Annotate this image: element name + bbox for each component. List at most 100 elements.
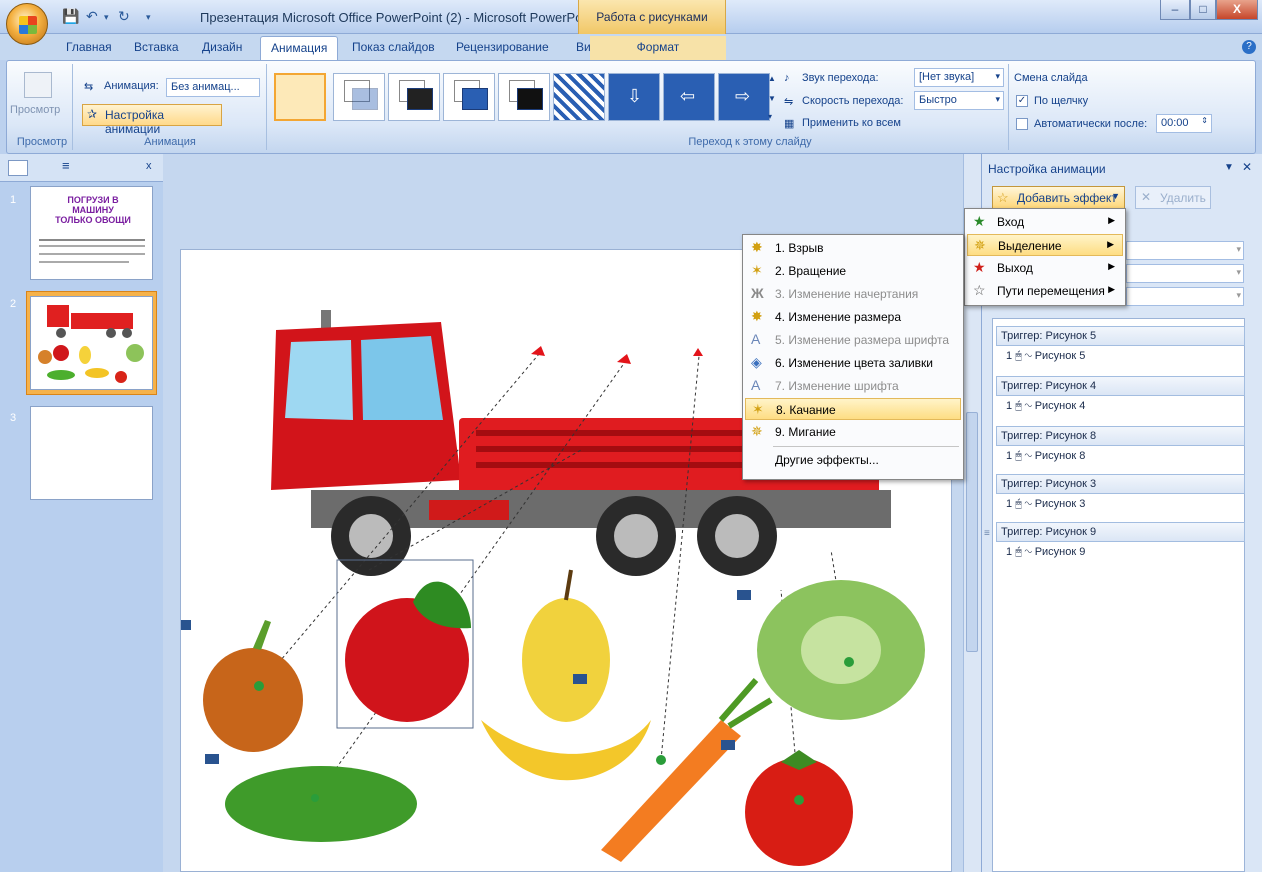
custom-animation-button[interactable]: ✰ Настройка анимации [82,104,222,136]
chevron-down-icon: ▾ [1236,290,1241,300]
tab-insert[interactable]: Вставка [124,38,189,56]
save-icon[interactable]: 💾 [62,8,79,25]
dropdown-icon[interactable]: ▾ [104,12,109,23]
scrollbar-thumb[interactable] [966,412,978,652]
trigger-header[interactable]: Триггер: Рисунок 9 [996,522,1245,542]
auto-after-checkbox[interactable] [1016,118,1028,130]
close-pane-icon[interactable]: x [146,160,152,172]
transition-wipe-down[interactable]: ⇩ [608,73,660,121]
animation-combo[interactable]: Без анимац... [166,78,260,97]
tomato-image[interactable] [745,758,853,866]
tab-design[interactable]: Дизайн [192,38,252,56]
chevron-down-icon: ▾ [995,71,1000,81]
on-click-checkbox[interactable]: ✓ [1016,95,1028,107]
restore-button[interactable]: □ [1190,0,1216,20]
transition-none[interactable] [274,73,326,121]
slide-thumb-1[interactable]: ПОГРУЗИ В МАШИНУ ТОЛЬКО ОВОЩИ [30,186,153,280]
menu-exit[interactable]: ★ Выход ▶ [967,257,1123,279]
apply-all-button[interactable]: Применить ко всем [802,117,901,129]
redo-icon[interactable]: ↻ [118,8,130,25]
tab-animation[interactable]: Анимация [260,36,339,62]
more-effects-item[interactable]: Другие эффекты... [745,449,961,471]
gallery-more-icon[interactable]: ▾ [768,112,772,121]
delete-label: Удалить [1160,191,1206,205]
slide-thumb-2[interactable] [30,296,153,390]
effect-item[interactable]: ✸ 4. Изменение размера [745,306,961,328]
trigger-header[interactable]: Триггер: Рисунок 5 [996,326,1245,346]
effect-icon: ✵ [751,423,763,439]
animation-item[interactable]: 1 🖱 ∿ Рисунок 5 [1006,350,1085,363]
carrot-image[interactable] [601,720,741,862]
effect-label: 4. Изменение размера [775,310,902,324]
gallery-up-icon[interactable]: ▲ [768,74,776,83]
transition-cut[interactable] [443,73,495,121]
speed-combo[interactable]: Быстро ▾ [914,91,1004,110]
transition-dissolve[interactable] [553,73,605,121]
effect-item[interactable]: ✶ 8. Качание [745,398,961,420]
effect-item: Ж 3. Изменение начертания [745,283,961,305]
close-button[interactable]: X [1216,0,1258,20]
onion-image[interactable] [203,648,303,752]
chevron-down-icon: ▼ [1111,191,1120,201]
effect-label: 8. Качание [776,403,836,417]
banana-image[interactable] [481,720,651,781]
effect-item[interactable]: ✸ 1. Взрыв [745,237,961,259]
close-pane-icon[interactable]: ✕ [1242,160,1252,174]
effect-item[interactable]: ✵ 9. Мигание [745,421,961,443]
tab-review[interactable]: Рецензирование [446,38,559,56]
exit-icon: ★ [973,259,986,275]
animation-item[interactable]: 1 🖱 ∿ Рисунок 9 [1006,546,1085,559]
custom-animation-icon: ✰ [87,107,98,121]
trigger-header[interactable]: Триггер: Рисунок 4 [996,376,1245,396]
tab-format[interactable]: Формат [590,36,726,60]
splitter-icon[interactable]: ≡ [984,528,990,539]
menu-emphasis[interactable]: ✵ Выделение ▶ [967,234,1123,256]
property-combo[interactable]: ▾ [1126,264,1244,283]
help-icon[interactable]: ? [1242,40,1256,54]
menu-entrance[interactable]: ★ Вход ▶ [967,211,1123,233]
transition-fade[interactable] [333,73,385,121]
animation-item[interactable]: 1 🖱 ∿ Рисунок 4 [1006,400,1085,413]
motion-path-icon: ∿ [1024,546,1032,558]
customize-qat-icon[interactable]: ▾ [146,12,151,23]
menu-motion-paths[interactable]: ☆ Пути перемещения ▶ [967,280,1123,302]
minimize-button[interactable]: – [1160,0,1190,20]
sound-combo[interactable]: [Нет звука] ▾ [914,68,1004,87]
tab-slideshow[interactable]: Показ слайдов [342,38,445,56]
effect-label: 6. Изменение цвета заливки [775,356,933,370]
start-combo[interactable]: ▾ [1126,241,1244,260]
submenu-arrow-icon: ▶ [1108,215,1115,225]
pear-image[interactable] [522,598,610,722]
speed-icon: ⇋ [784,96,794,108]
office-button[interactable] [6,3,48,45]
motion-paths-icon: ☆ [973,282,986,298]
slide-thumb-3[interactable] [30,406,153,500]
pane-menu-icon[interactable]: ▼ [1224,162,1234,173]
transition-cut-black[interactable] [498,73,550,121]
transition-fade-black[interactable] [388,73,440,121]
delete-button[interactable]: ✕ Удалить [1135,186,1211,209]
trigger-header[interactable]: Триггер: Рисунок 8 [996,426,1245,446]
speed-pane-combo[interactable]: ▾ [1126,287,1244,306]
outline-tab-icon[interactable]: ≡ [62,158,70,173]
cucumber-image[interactable] [225,766,417,842]
trigger-header[interactable]: Триггер: Рисунок 3 [996,474,1245,494]
chevron-down-icon: ▾ [1236,267,1241,277]
add-effect-button[interactable]: ☆ Добавить эффект ▼ [992,186,1125,209]
effect-label: 9. Мигание [775,425,836,439]
gallery-down-icon[interactable]: ▼ [768,94,776,103]
preview-icon[interactable] [24,72,52,98]
slides-tab-icon[interactable] [8,160,28,176]
tab-home[interactable]: Главная [56,38,122,56]
preview-button[interactable]: Просмотр [10,104,60,116]
effect-item[interactable]: ✶ 2. Вращение [745,260,961,282]
auto-time-input[interactable]: 00:00 ⇕ [1156,114,1212,133]
animation-item[interactable]: 1 🖱 ∿ Рисунок 3 [1006,498,1085,511]
more-effects-label: Другие эффекты... [775,453,879,467]
animation-item[interactable]: 1 🖱 ∿ Рисунок 8 [1006,450,1085,463]
undo-icon[interactable]: ↶ [86,8,98,25]
transition-wipe-right[interactable]: ⇨ [718,73,770,121]
effect-item[interactable]: ◈ 6. Изменение цвета заливки [745,352,961,374]
motion-path-icon: ∿ [1024,400,1032,412]
transition-wipe-left[interactable]: ⇦ [663,73,715,121]
